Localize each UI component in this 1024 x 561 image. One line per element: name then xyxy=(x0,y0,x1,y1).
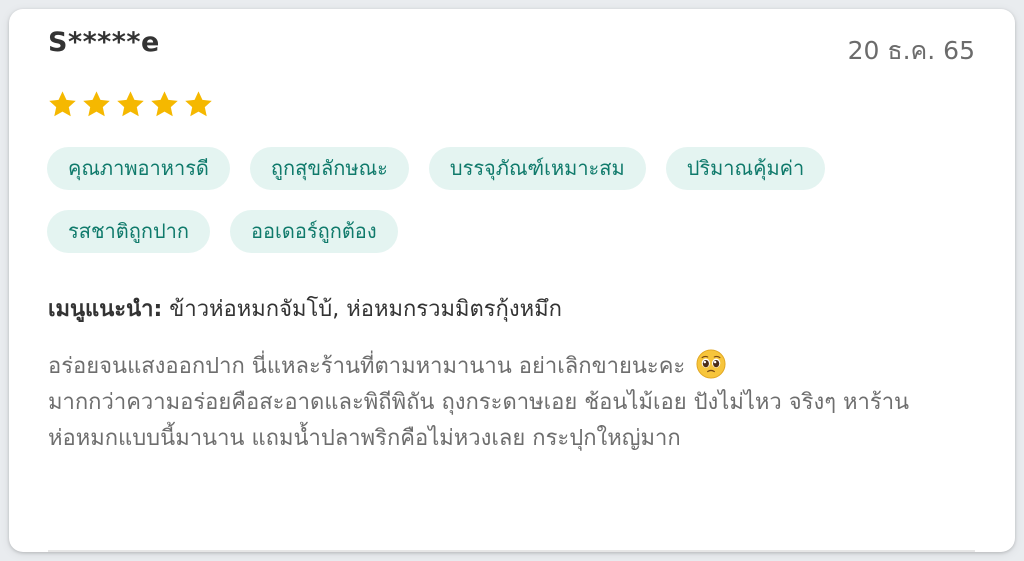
star-icon xyxy=(117,91,144,117)
star-icon xyxy=(83,91,110,117)
star-icon xyxy=(49,91,76,117)
recommended-menu-label: เมนูแนะนำ: xyxy=(48,297,163,322)
review-date: 20 ธ.ค. 65 xyxy=(847,36,975,65)
tag-packaging: บรรจุภัณฑ์เหมาะสม xyxy=(428,147,646,190)
review-text: อร่อยจนแสงออกปาก นี่แหละร้านที่ตามหามานา… xyxy=(48,349,973,457)
divider xyxy=(48,550,975,552)
tag-value-portion: ปริมาณคุ้มค่า xyxy=(665,147,826,190)
tag-row: รสชาติถูกปาก ออเดอร์ถูกต้อง xyxy=(47,210,947,253)
review-card: S*****e 20 ธ.ค. 65 คุณภาพอาหารดี ถูกสุขล… xyxy=(9,9,1015,552)
tag-order-accuracy: ออเดอร์ถูกต้อง xyxy=(230,210,398,253)
tag-taste: รสชาติถูกปาก xyxy=(47,210,210,253)
star-icon xyxy=(185,91,212,117)
reviewer-name: S*****e xyxy=(48,27,160,58)
tag-row: คุณภาพอาหารดี ถูกสุขลักษณะ บรรจุภัณฑ์เหม… xyxy=(47,147,947,190)
review-text-part1: อร่อยจนแสงออกปาก นี่แหละร้านที่ตามหามานา… xyxy=(48,354,686,379)
tag-hygienic: ถูกสุขลักษณะ xyxy=(249,147,409,190)
recommended-menu: เมนูแนะนำ: ข้าวห่อหมกจัมโบ้, ห่อหมกรวมมิ… xyxy=(48,291,562,326)
pleading-face-emoji-icon xyxy=(696,349,726,379)
tag-food-quality: คุณภาพอาหารดี xyxy=(47,147,230,190)
recommended-menu-items: ข้าวห่อหมกจัมโบ้, ห่อหมกรวมมิตรกุ้งหมึก xyxy=(169,297,562,322)
review-tags: คุณภาพอาหารดี ถูกสุขลักษณะ บรรจุภัณฑ์เหม… xyxy=(47,147,947,273)
review-text-part2: มากกว่าความอร่อยคือสะอาดและพิถีพิถัน ถุง… xyxy=(48,390,910,451)
star-icon xyxy=(151,91,178,117)
star-rating xyxy=(47,89,214,120)
